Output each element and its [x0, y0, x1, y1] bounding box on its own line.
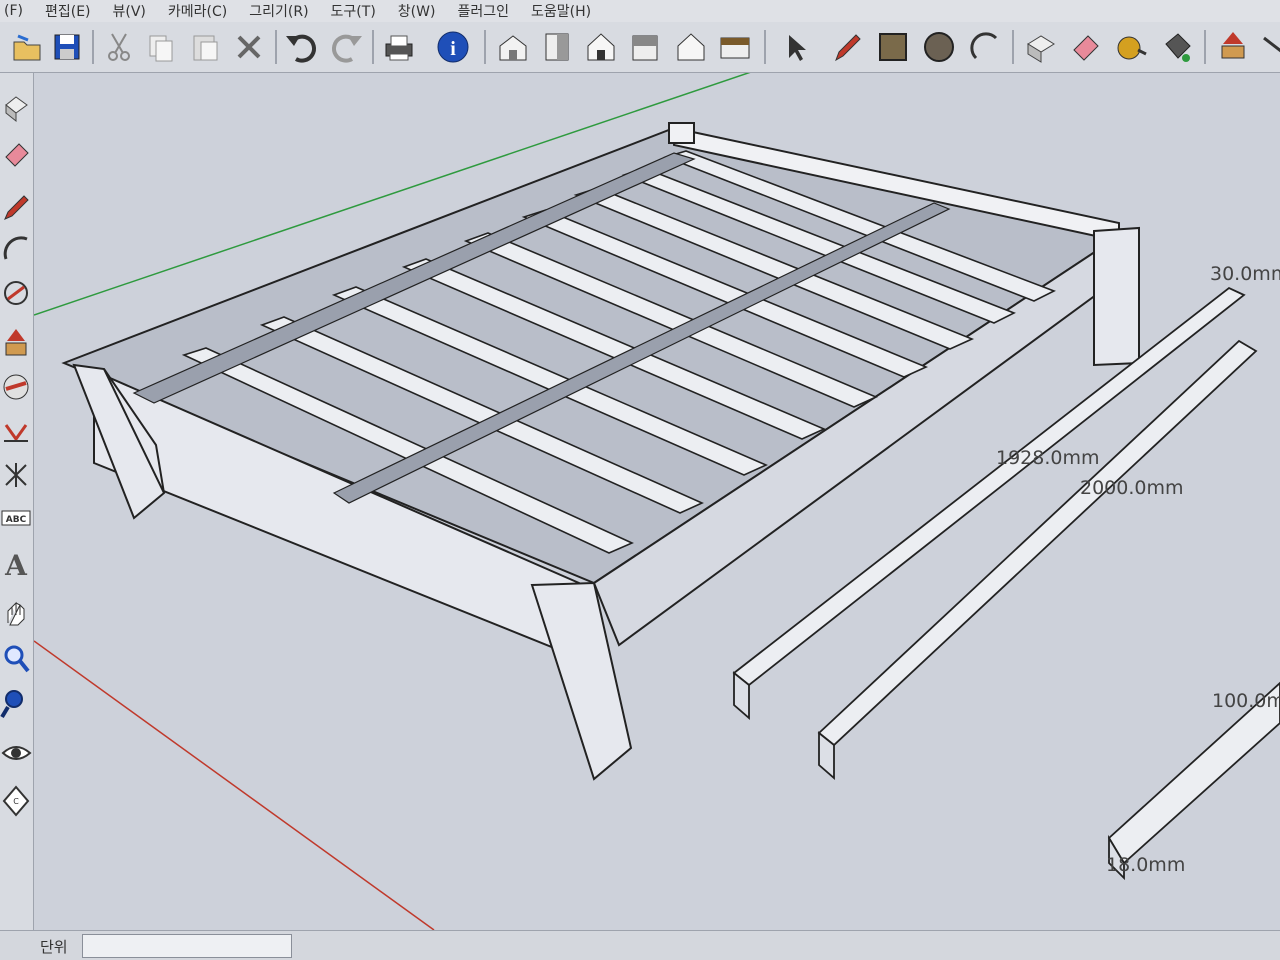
iso-view-icon[interactable]	[494, 28, 532, 66]
model-info-icon[interactable]: i	[434, 28, 472, 66]
open-icon[interactable]	[8, 28, 46, 66]
pan-icon[interactable]	[0, 593, 33, 635]
walk-icon[interactable]	[0, 683, 33, 725]
paint-bucket-icon[interactable]	[1158, 28, 1196, 66]
dimension-length-2: 2000.0mm	[1080, 477, 1184, 499]
redo-icon[interactable]	[328, 28, 366, 66]
follow-me-icon[interactable]	[0, 367, 33, 409]
model-viewport[interactable]: 1928.0mm 2000.0mm 30.0mm 100.0mm 18.0mm	[34, 73, 1280, 930]
menu-view[interactable]: 뷰(V)	[102, 1, 157, 21]
main-toolbar: i	[0, 22, 1280, 73]
status-bar: 단위	[0, 930, 1280, 960]
left-toolbar: ABC A C	[0, 73, 34, 930]
front-view-icon[interactable]	[582, 28, 620, 66]
save-icon[interactable]	[48, 28, 86, 66]
bed-frame-model	[34, 73, 1280, 930]
arc-icon[interactable]	[0, 229, 33, 271]
menu-tools[interactable]: 도구(T)	[320, 1, 387, 21]
pencil-icon[interactable]	[0, 185, 33, 227]
delete-icon[interactable]	[230, 28, 268, 66]
dimension-length-1: 1928.0mm	[996, 447, 1100, 469]
offset-icon[interactable]	[0, 411, 33, 453]
print-icon[interactable]	[380, 28, 418, 66]
right-view-icon[interactable]	[626, 28, 664, 66]
menu-plugins[interactable]: 플러그인	[446, 1, 520, 21]
axes-icon[interactable]	[0, 455, 33, 497]
rotate-icon[interactable]	[0, 273, 33, 315]
zoom-icon[interactable]	[0, 639, 33, 681]
cut-icon[interactable]	[100, 28, 138, 66]
menu-draw[interactable]: 그리기(R)	[238, 1, 319, 21]
top-view-icon[interactable]	[538, 28, 576, 66]
bed-frame	[61, 122, 1140, 781]
eraser-icon[interactable]	[1066, 28, 1104, 66]
left-view-icon[interactable]	[716, 28, 754, 66]
push-pull-icon[interactable]	[1214, 28, 1252, 66]
rectangle-icon[interactable]	[874, 28, 912, 66]
copy-icon[interactable]	[142, 28, 180, 66]
red-axis	[34, 640, 435, 930]
menu-camera[interactable]: 카메라(C)	[157, 1, 238, 21]
component-icon[interactable]	[0, 87, 33, 129]
make-component-icon[interactable]	[1022, 28, 1060, 66]
menu-edit[interactable]: 편집(E)	[34, 1, 102, 21]
move-icon[interactable]	[1258, 28, 1280, 66]
measurements-input[interactable]	[82, 934, 292, 958]
svg-text:ABC: ABC	[6, 515, 27, 525]
paste-icon[interactable]	[186, 28, 224, 66]
arc-icon[interactable]	[966, 28, 1004, 66]
push-pull-icon[interactable]	[0, 323, 33, 365]
menu-window[interactable]: 창(W)	[387, 1, 447, 21]
undo-icon[interactable]	[282, 28, 320, 66]
menu-file[interactable]: (F)	[0, 3, 34, 19]
svg-text:C: C	[13, 797, 19, 806]
dimension-width-2: 100.0mm	[1212, 690, 1280, 712]
units-label: 단위	[40, 938, 68, 956]
back-view-icon[interactable]	[672, 28, 710, 66]
tape-measure-icon[interactable]	[1112, 28, 1150, 66]
dimension-thickness: 18.0mm	[1106, 854, 1186, 876]
section-plane-icon[interactable]: C	[0, 781, 33, 823]
menu-help[interactable]: 도움말(H)	[520, 1, 602, 21]
menu-bar: (F) 편집(E) 뷰(V) 카메라(C) 그리기(R) 도구(T) 창(W) …	[0, 0, 1280, 23]
dimension-width-1: 30.0mm	[1210, 263, 1280, 285]
text-icon[interactable]: ABC	[0, 499, 33, 541]
eraser-icon[interactable]	[0, 133, 33, 175]
look-around-icon[interactable]	[0, 733, 33, 775]
svg-text:i: i	[450, 38, 456, 60]
circle-icon[interactable]	[920, 28, 958, 66]
svg-text:A: A	[4, 549, 28, 582]
pencil-icon[interactable]	[828, 28, 866, 66]
3d-text-icon[interactable]: A	[0, 543, 33, 585]
select-icon[interactable]	[776, 28, 814, 66]
